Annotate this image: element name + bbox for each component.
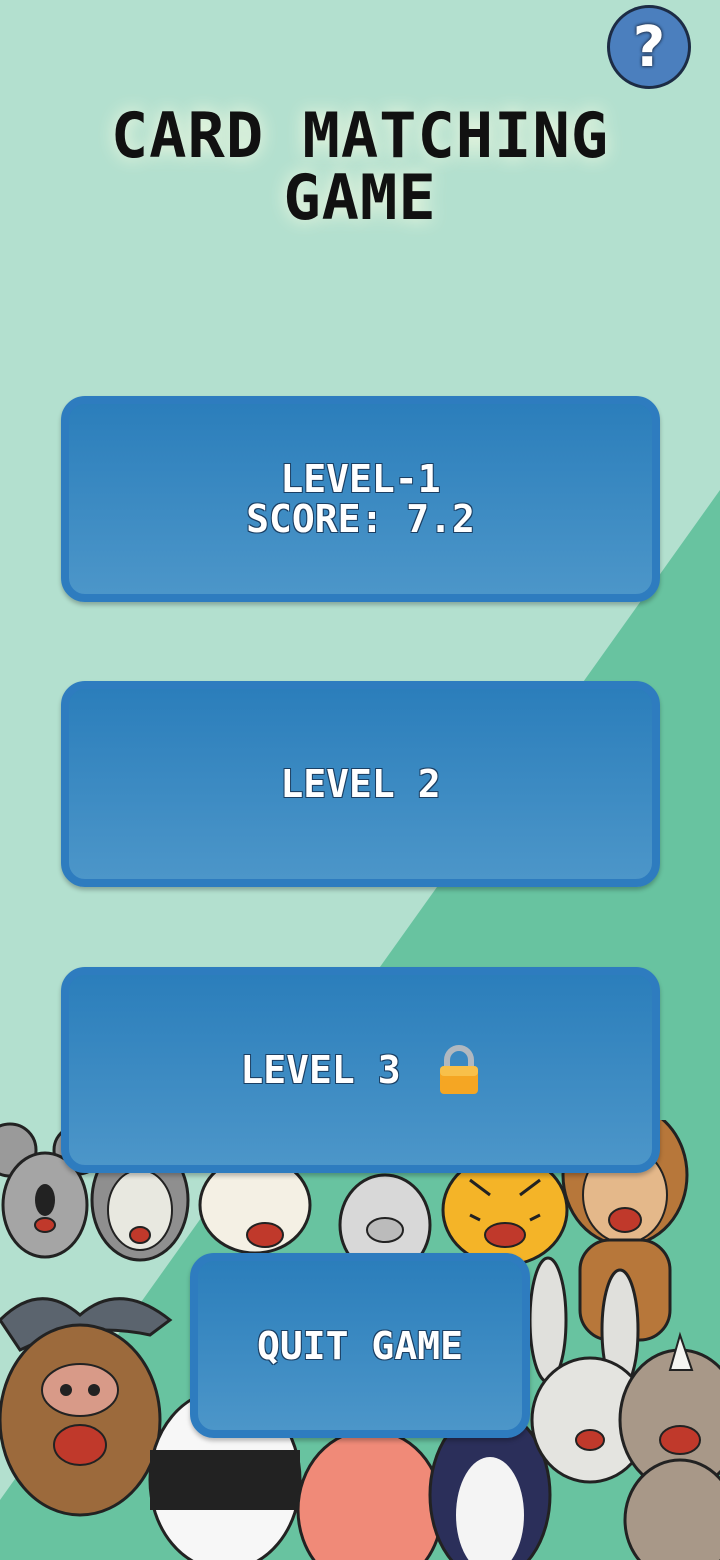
quit-game-label: QUIT GAME xyxy=(257,1323,463,1368)
title-line-2: GAME xyxy=(283,161,437,234)
quit-game-button[interactable]: QUIT GAME xyxy=(190,1253,530,1438)
level-3-label: LEVEL 3 xyxy=(240,1048,401,1092)
lock-icon xyxy=(437,1044,481,1096)
level-3-button[interactable]: LEVEL 3 xyxy=(61,967,660,1173)
pig-illustration xyxy=(296,1428,444,1560)
buffalo-illustration xyxy=(0,1297,173,1517)
help-button[interactable]: ? xyxy=(607,5,691,89)
game-title: CARD MATCHING GAME xyxy=(0,105,720,229)
level-1-button[interactable]: LEVEL-1 SCORE: 7.2 xyxy=(61,396,660,602)
level-1-score: SCORE: 7.2 xyxy=(246,497,475,541)
level-1-label: LEVEL-1 xyxy=(280,457,441,501)
level-2-label: LEVEL 2 xyxy=(280,762,441,806)
question-mark-icon: ? xyxy=(632,14,666,80)
level-2-button[interactable]: LEVEL 2 xyxy=(61,681,660,887)
title-line-1: CARD MATCHING xyxy=(110,99,610,172)
